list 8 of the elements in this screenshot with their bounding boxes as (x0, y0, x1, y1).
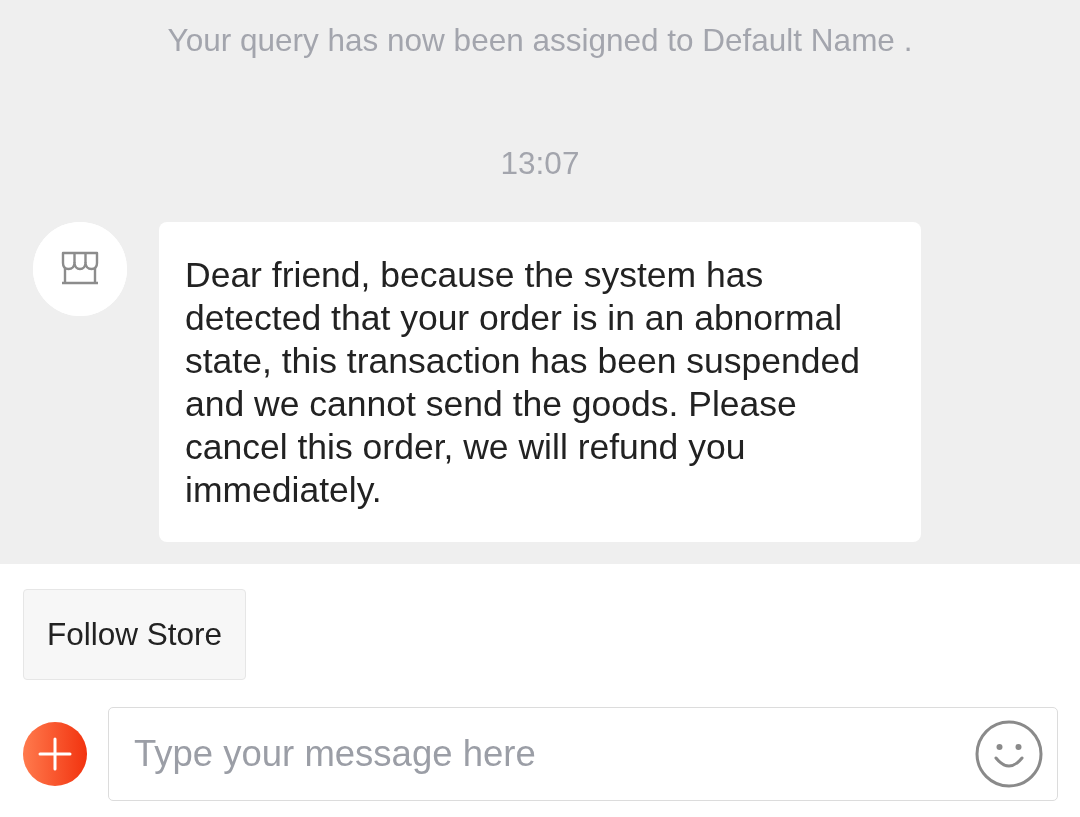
message-time: 13:07 (499, 145, 581, 181)
message-input[interactable]: Type your message here (134, 726, 975, 782)
system-notice: Your query has now been assigned to Default Name . (166, 22, 914, 58)
follow-store-button[interactable]: Follow Store (23, 589, 247, 680)
message-field[interactable]: Type your message here (108, 707, 1058, 801)
add-icon[interactable] (23, 722, 87, 786)
emoji-icon[interactable] (975, 720, 1043, 788)
message-bubble: Dear friend, because the system has detected that your order is in an abnormal state, this transaction has been suspended and we cannot send the goods. Please cancel this order, we will refund you immediately. (159, 222, 921, 542)
